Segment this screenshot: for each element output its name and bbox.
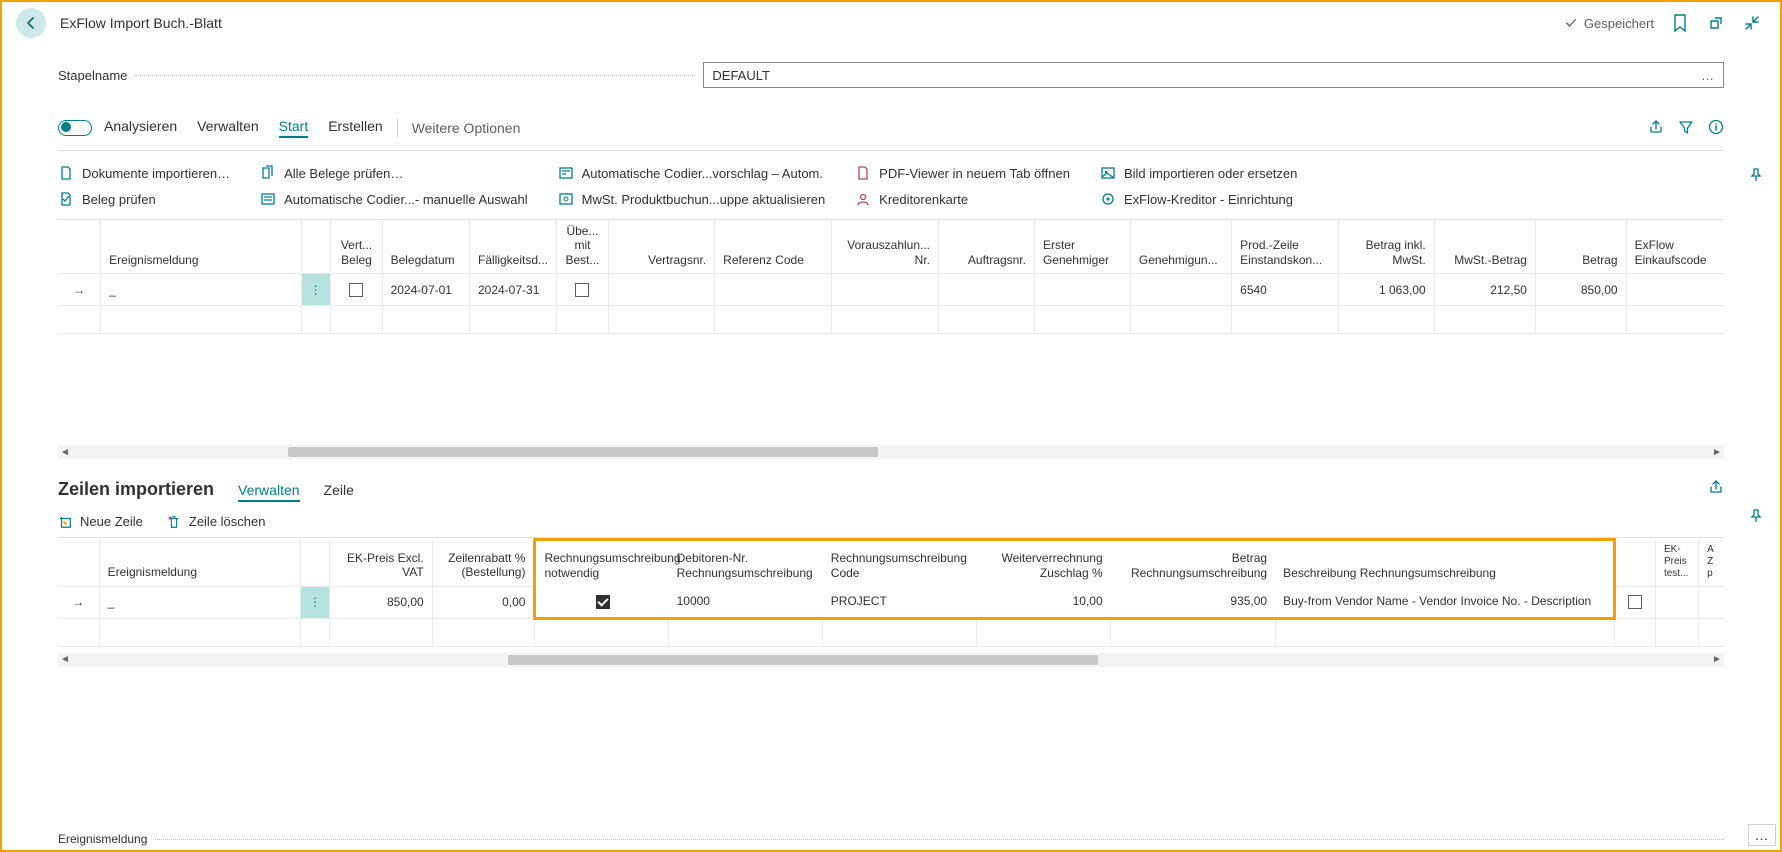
lookup-icon[interactable]: … xyxy=(1701,68,1715,83)
col-ereignis2[interactable]: Ereignismeldung xyxy=(99,540,300,587)
checkbox[interactable] xyxy=(575,283,589,297)
col-betrag-rech[interactable]: Betrag Rechnungsumschreibung xyxy=(1111,540,1275,587)
bookmark-icon[interactable] xyxy=(1670,13,1690,33)
action-import-docs[interactable]: Dokumente importieren… xyxy=(58,165,230,181)
horizontal-scrollbar[interactable]: ◄ ► xyxy=(58,445,1724,459)
table-row[interactable] xyxy=(58,618,1724,646)
checkbox[interactable] xyxy=(1628,595,1642,609)
col-betrag[interactable]: Betrag xyxy=(1535,220,1626,274)
tab-verwalten[interactable]: Verwalten xyxy=(197,118,258,138)
row-menu-icon[interactable]: ⋮ xyxy=(301,586,330,618)
overflow-menu[interactable]: … xyxy=(1748,824,1776,846)
col-debitor[interactable]: Debitoren-Nr. Rechnungsumschreibung xyxy=(669,540,823,587)
col-vert-beleg[interactable]: Vert... Beleg xyxy=(331,220,382,274)
col-az[interactable]: A Z p xyxy=(1699,540,1724,587)
col-zeilenrabatt[interactable]: Zeilenrabatt % (Bestellung) xyxy=(432,540,535,587)
subtab-zeile[interactable]: Zeile xyxy=(324,482,354,498)
col-uebe[interactable]: Übe... mit Best... xyxy=(557,220,608,274)
col-genehmigun[interactable]: Genehmigun... xyxy=(1130,220,1231,274)
col-betrag-inkl[interactable]: Betrag inkl. MwSt. xyxy=(1338,220,1434,274)
tab-analysieren[interactable]: Analysieren xyxy=(104,118,177,138)
action-auto-manuell[interactable]: Automatische Codier...- manuelle Auswahl xyxy=(260,191,528,207)
action-kreditorenkarte[interactable]: Kreditorenkarte xyxy=(855,191,1070,207)
col-beschreibung[interactable]: Beschreibung Rechnungsumschreibung xyxy=(1275,540,1614,587)
col-erster[interactable]: Erster Genehmiger xyxy=(1034,220,1130,274)
row-arrow-icon[interactable]: → xyxy=(58,274,101,306)
col-weiter[interactable]: Weiterverrechnung Zuschlag % xyxy=(977,540,1111,587)
row-arrow-icon[interactable]: → xyxy=(58,586,99,618)
stapel-label: Stapelname xyxy=(58,68,127,83)
action-pdf[interactable]: PDF-Viewer in neuem Tab öffnen xyxy=(855,165,1070,181)
checkbox[interactable] xyxy=(596,595,610,609)
table-row[interactable]: → _ ⋮ 2024-07-01 2024-07-31 6540 1 063,0… xyxy=(58,274,1724,306)
action-beleg-pruefen[interactable]: Beleg prüfen xyxy=(58,191,230,207)
filter-icon[interactable] xyxy=(1678,119,1694,138)
collapse-icon[interactable] xyxy=(1742,13,1762,33)
col-rech-notwendig[interactable]: Rechnungsumschreibung notwendig xyxy=(535,540,669,587)
action-alle-belege[interactable]: Alle Belege prüfen… xyxy=(260,165,528,181)
col-ek-preis2[interactable]: EK-Preis test... xyxy=(1655,540,1698,587)
col-prod[interactable]: Prod.-Zeile Einstandskon... xyxy=(1232,220,1339,274)
col-voraus[interactable]: Vorauszahlun... Nr. xyxy=(832,220,939,274)
row-menu-icon[interactable]: ⋮ xyxy=(301,274,331,306)
col-ereignis[interactable]: Ereignismeldung xyxy=(101,220,301,274)
tab-erstellen[interactable]: Erstellen xyxy=(328,118,382,138)
col-auftrag[interactable]: Auftragsnr. xyxy=(939,220,1035,274)
col-rech-code[interactable]: Rechnungsumschreibung Code xyxy=(823,540,977,587)
col-vertragsnr[interactable]: Vertragsnr. xyxy=(608,220,715,274)
save-status: Gespeichert xyxy=(1564,16,1654,31)
col-ek-preis[interactable]: EK-Preis Excl. VAT xyxy=(329,540,432,587)
share-icon[interactable] xyxy=(1708,479,1724,498)
more-options[interactable]: Weitere Optionen xyxy=(412,120,521,136)
table-row[interactable]: → _ ⋮ 850,00 0,00 10000 PROJECT 10,00 93… xyxy=(58,586,1724,618)
analyze-toggle[interactable] xyxy=(58,120,92,136)
table-row[interactable] xyxy=(58,306,1724,334)
back-button[interactable] xyxy=(16,8,46,38)
stapel-input[interactable]: DEFAULT … xyxy=(703,62,1724,88)
page-title: ExFlow Import Buch.-Blatt xyxy=(60,15,222,31)
action-auto-vorschlag[interactable]: Automatische Codier...vorschlag – Autom. xyxy=(558,165,826,181)
pin-icon[interactable] xyxy=(1748,508,1764,527)
horizontal-scrollbar[interactable]: ◄ ► xyxy=(58,653,1724,667)
action-bild[interactable]: Bild importieren oder ersetzen xyxy=(1100,165,1297,181)
action-mwst[interactable]: MwSt. Produktbuchun...uppe aktualisieren xyxy=(558,191,826,207)
popout-icon[interactable] xyxy=(1706,13,1726,33)
tab-start[interactable]: Start xyxy=(279,118,309,138)
col-faelligkeit[interactable]: Fälligkeitsd... xyxy=(469,220,556,274)
action-neue-zeile[interactable]: Neue Zeile xyxy=(58,514,143,529)
info-icon[interactable] xyxy=(1708,119,1724,138)
col-exflow[interactable]: ExFlow Einkaufscode xyxy=(1626,220,1724,274)
section-title: Zeilen importieren xyxy=(58,479,214,500)
share-icon[interactable] xyxy=(1648,119,1664,138)
pin-icon[interactable] xyxy=(1748,167,1764,186)
checkbox[interactable] xyxy=(349,283,363,297)
status-label: Ereignismeldung xyxy=(58,832,147,846)
subtab-verwalten[interactable]: Verwalten xyxy=(238,482,299,502)
col-mwst-betrag[interactable]: MwSt.-Betrag xyxy=(1434,220,1535,274)
action-exflow-kreditor[interactable]: ExFlow-Kreditor - Einrichtung xyxy=(1100,191,1297,207)
action-zeile-loeschen[interactable]: Zeile löschen xyxy=(167,514,266,529)
col-referenz[interactable]: Referenz Code xyxy=(715,220,832,274)
col-belegdatum[interactable]: Belegdatum xyxy=(382,220,469,274)
